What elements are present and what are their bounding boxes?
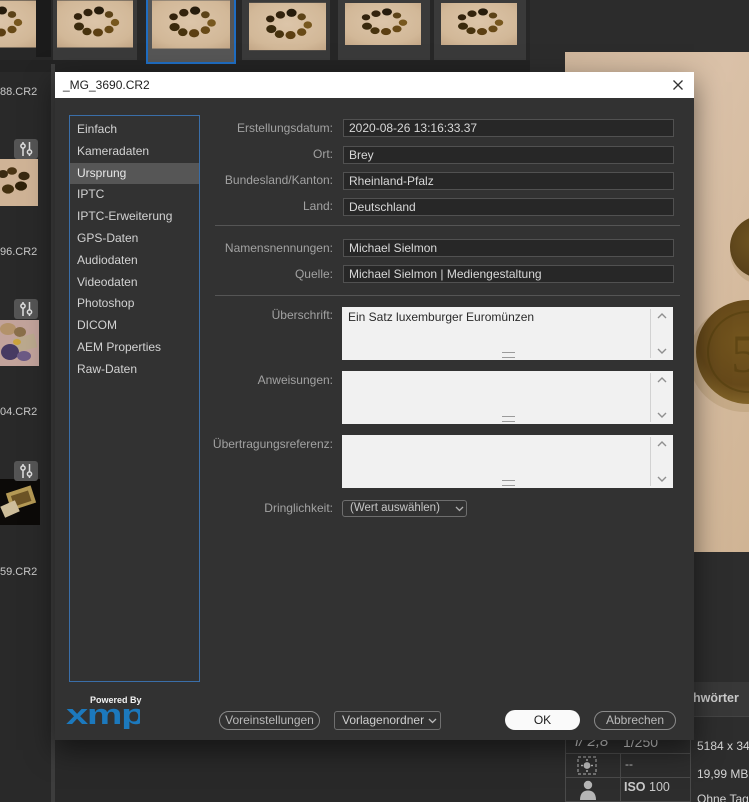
svg-text:xmp: xmp	[66, 701, 140, 729]
svg-text:5: 5	[731, 324, 749, 384]
